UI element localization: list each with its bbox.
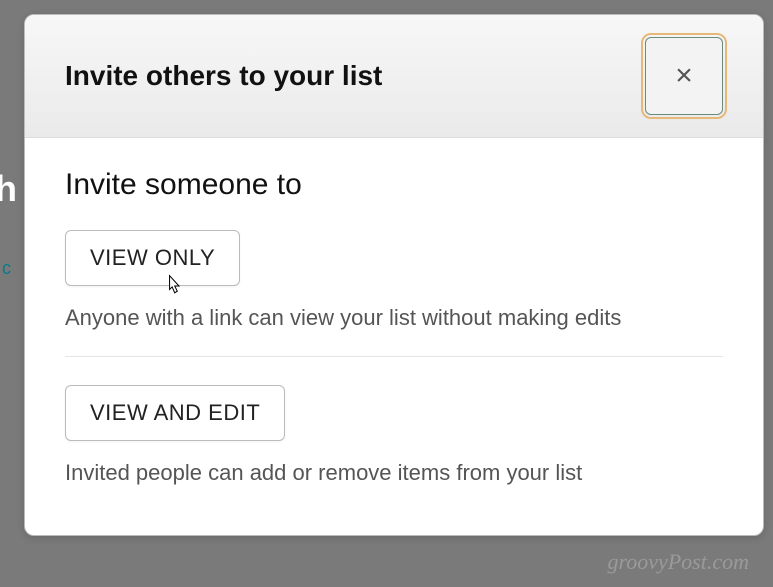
backdrop-text: c	[2, 258, 11, 279]
invite-modal: Invite others to your list × Invite some…	[24, 14, 764, 536]
invite-subtitle: Invite someone to	[65, 168, 723, 202]
modal-header: Invite others to your list ×	[25, 15, 763, 138]
modal-body: Invite someone to VIEW ONLY Anyone with …	[25, 138, 763, 535]
view-and-edit-button[interactable]: VIEW AND EDIT	[65, 385, 285, 441]
close-button[interactable]: ×	[645, 37, 723, 115]
view-only-description: Anyone with a link can view your list wi…	[65, 302, 723, 334]
divider	[65, 356, 723, 357]
close-icon: ×	[675, 59, 693, 93]
view-and-edit-description: Invited people can add or remove items f…	[65, 457, 723, 489]
view-only-button[interactable]: VIEW ONLY	[65, 230, 240, 286]
watermark: groovyPost.com	[607, 549, 749, 575]
backdrop-text: h	[0, 168, 17, 210]
modal-title: Invite others to your list	[65, 60, 382, 92]
